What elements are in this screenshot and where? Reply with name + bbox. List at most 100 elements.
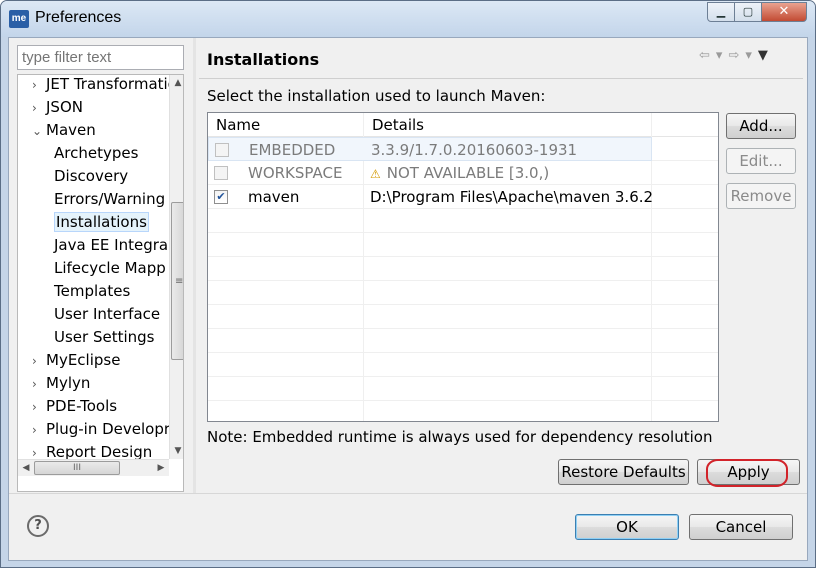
column-header-name[interactable]: Name bbox=[208, 113, 364, 137]
row-cells: EMBEDDED 3.3.9/1.7.0.20160603-1931 bbox=[208, 137, 652, 161]
tree-item[interactable]: › Plug-in Developr bbox=[32, 418, 170, 440]
tree-item[interactable]: Lifecycle Mapp bbox=[54, 257, 166, 279]
installation-name: EMBEDDED bbox=[249, 141, 336, 159]
back-dropdown-icon[interactable]: ▾ bbox=[716, 48, 723, 63]
tree-item-label: JSON bbox=[46, 98, 83, 116]
tree-vertical-scrollbar[interactable]: ▲ ≡ ▼ bbox=[169, 75, 184, 459]
table-row bbox=[208, 401, 718, 421]
restore-defaults-button[interactable]: Restore Defaults bbox=[558, 459, 689, 485]
tree-item[interactable]: › Mylyn bbox=[32, 372, 90, 394]
table-row bbox=[208, 209, 718, 233]
embedded-runtime-note: Note: Embedded runtime is always used fo… bbox=[207, 428, 713, 446]
row-cells: WORKSPACE ⚠ NOT AVAILABLE [3.0,) bbox=[208, 161, 652, 185]
add-button[interactable]: Add... bbox=[726, 113, 796, 139]
tree-item[interactable]: User Settings bbox=[54, 326, 154, 348]
window-title: Preferences bbox=[35, 9, 122, 26]
tree-item[interactable]: Java EE Integra bbox=[54, 234, 168, 256]
preferences-window: me Preferences ▁ ▢ ✕ ›Report Design›Plug… bbox=[0, 0, 816, 568]
dialog-client-area: ›Report Design›Plug-in Developr›PDE-Tool… bbox=[8, 37, 808, 561]
tree-item-label: User Settings bbox=[54, 328, 155, 346]
apply-button[interactable]: Apply bbox=[697, 459, 800, 485]
column-header-details[interactable]: Details bbox=[364, 113, 652, 137]
tree-item[interactable]: Discovery bbox=[54, 165, 128, 187]
collapsed-arrow-icon[interactable]: › bbox=[32, 373, 46, 395]
installation-checkbox[interactable]: ✔ bbox=[214, 190, 228, 204]
tree-item[interactable]: User Interface bbox=[54, 303, 160, 325]
horizontal-scroll-thumb[interactable]: III bbox=[34, 461, 120, 475]
tree-item-label: PDE-Tools bbox=[46, 397, 118, 415]
grip-icon: ≡ bbox=[175, 276, 184, 287]
installations-table[interactable]: Name Details EMBEDDED 3.3.9/1.7.0.2016060… bbox=[207, 112, 719, 422]
tree-item[interactable]: Errors/Warning bbox=[54, 188, 165, 210]
scroll-left-icon[interactable]: ◀ bbox=[18, 460, 34, 476]
tree-item[interactable]: ⌄ Maven bbox=[32, 119, 96, 141]
scroll-up-icon[interactable]: ▲ bbox=[170, 75, 183, 91]
page-description: Select the installation used to launch M… bbox=[207, 87, 546, 105]
help-icon[interactable]: ? bbox=[27, 515, 49, 537]
tree-item-label: Mylyn bbox=[46, 374, 91, 392]
app-icon: me bbox=[9, 10, 29, 28]
installation-checkbox[interactable] bbox=[214, 166, 228, 180]
scroll-down-icon[interactable]: ▼ bbox=[170, 443, 183, 459]
window-controls: ▁ ▢ ✕ bbox=[707, 2, 807, 22]
tree-item[interactable]: › JSON bbox=[32, 96, 83, 118]
edit-button[interactable]: Edit... bbox=[726, 148, 796, 174]
collapsed-arrow-icon[interactable]: › bbox=[32, 97, 46, 119]
back-arrow-icon[interactable]: ⇦ bbox=[699, 48, 710, 63]
table-row bbox=[208, 257, 718, 281]
filter-input[interactable] bbox=[17, 45, 184, 70]
scroll-right-icon[interactable]: ▶ bbox=[153, 460, 169, 476]
page-title: Installations bbox=[207, 50, 320, 69]
collapsed-arrow-icon[interactable]: › bbox=[32, 350, 46, 372]
scroll-thumb[interactable]: ≡ bbox=[171, 202, 184, 360]
installation-details-text: NOT AVAILABLE [3.0,) bbox=[386, 164, 550, 182]
forward-arrow-icon[interactable]: ⇨ bbox=[728, 48, 739, 63]
table-row bbox=[208, 305, 718, 329]
tree-item[interactable]: Archetypes bbox=[54, 142, 138, 164]
title-bar[interactable]: me Preferences ▁ ▢ ✕ bbox=[1, 1, 815, 37]
table-row bbox=[208, 281, 718, 305]
splitter-sash[interactable] bbox=[193, 38, 196, 493]
tree-item[interactable]: Templates bbox=[54, 280, 130, 302]
tree-item[interactable]: Installations bbox=[54, 211, 149, 233]
view-menu-icon[interactable]: ▼ bbox=[758, 48, 768, 63]
tree-item-label: Templates bbox=[54, 282, 131, 300]
tree-horizontal-scrollbar[interactable]: ◀ III ▶ bbox=[18, 459, 169, 476]
forward-dropdown-icon[interactable]: ▾ bbox=[745, 48, 752, 63]
collapsed-arrow-icon[interactable]: › bbox=[32, 75, 46, 96]
tree-item[interactable]: › PDE-Tools bbox=[32, 395, 117, 417]
table-row bbox=[208, 233, 718, 257]
table-row bbox=[208, 377, 718, 401]
table-row[interactable]: EMBEDDED 3.3.9/1.7.0.20160603-1931 bbox=[208, 137, 718, 161]
maximize-button[interactable]: ▢ bbox=[734, 2, 762, 22]
installation-checkbox[interactable] bbox=[215, 143, 229, 157]
tree-item-label: Errors/Warning bbox=[54, 190, 166, 208]
collapsed-arrow-icon[interactable]: › bbox=[32, 396, 46, 418]
tree-item-label: Lifecycle Mapp bbox=[54, 259, 166, 277]
page-navigation: ⇦ ▾ ⇨ ▾ ▼ bbox=[699, 48, 768, 63]
tree-item[interactable]: › MyEclipse bbox=[32, 349, 120, 371]
close-button[interactable]: ✕ bbox=[761, 2, 807, 22]
tree-item-label: Archetypes bbox=[54, 144, 139, 162]
bottom-separator bbox=[9, 493, 807, 494]
minimize-button[interactable]: ▁ bbox=[707, 2, 735, 22]
warning-icon: ⚠ bbox=[370, 167, 381, 181]
tree-item-label: Maven bbox=[46, 121, 96, 139]
ok-button[interactable]: OK bbox=[575, 514, 679, 540]
installation-name: maven bbox=[248, 188, 300, 206]
tree-item-label: MyEclipse bbox=[46, 351, 121, 369]
installation-details: D:\Program Files\Apache\maven 3.6.2 bbox=[370, 188, 654, 206]
cancel-button[interactable]: Cancel bbox=[689, 514, 793, 540]
tree-item-label: Java EE Integra bbox=[54, 236, 169, 254]
installation-name: WORKSPACE bbox=[248, 164, 343, 182]
remove-button[interactable]: Remove bbox=[726, 183, 796, 209]
table-row[interactable]: ✔ maven D:\Program Files\Apache\maven 3.6.… bbox=[208, 185, 718, 209]
collapsed-arrow-icon[interactable]: › bbox=[32, 419, 46, 441]
tree-item[interactable]: › JET Transformatio bbox=[32, 75, 177, 96]
table-row[interactable]: WORKSPACE ⚠ NOT AVAILABLE [3.0,) bbox=[208, 161, 718, 185]
expanded-arrow-icon[interactable]: ⌄ bbox=[32, 120, 46, 142]
table-header: Name Details bbox=[208, 113, 718, 137]
tree-item-label: JET Transformatio bbox=[46, 75, 177, 93]
installation-details: 3.3.9/1.7.0.20160603-1931 bbox=[371, 141, 578, 159]
tree-item-label: User Interface bbox=[54, 305, 161, 323]
